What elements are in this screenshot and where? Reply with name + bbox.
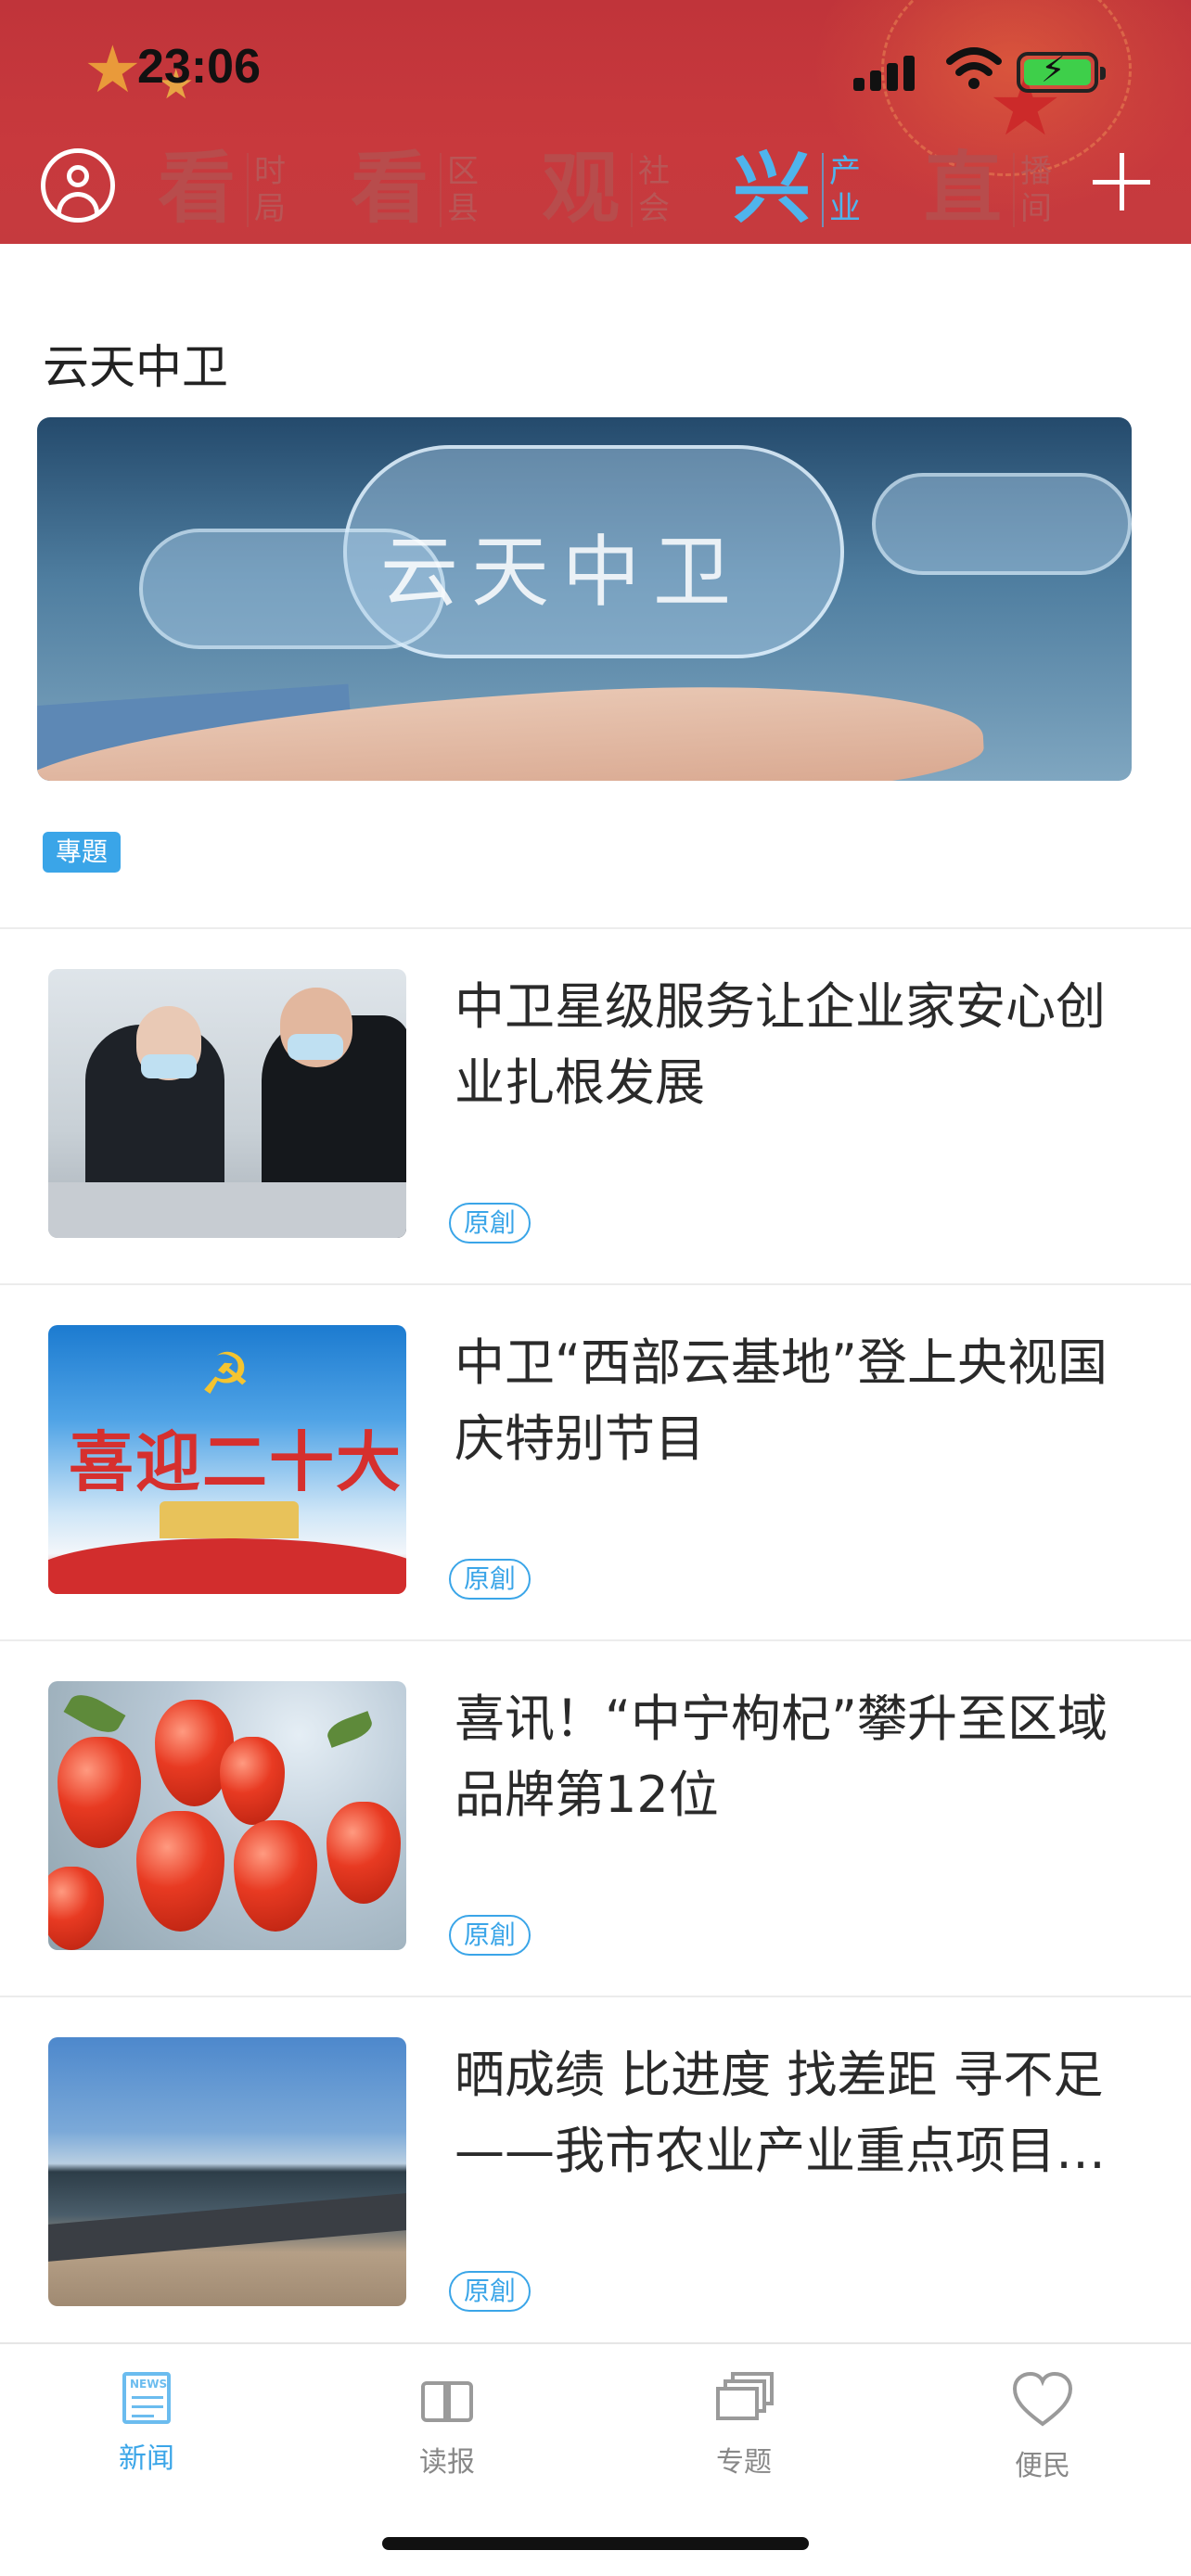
user-profile-icon[interactable] bbox=[41, 148, 115, 223]
status-time: 23:06 bbox=[137, 40, 261, 94]
divider bbox=[0, 1283, 1191, 1285]
feature-title: 云天中卫 bbox=[43, 340, 228, 394]
channel-tabs: 看 时局 看 区县 观 社会 兴 产业 直 播间 bbox=[158, 144, 1067, 236]
special-topic-badge: 專題 bbox=[43, 832, 122, 873]
tab-read-paper[interactable]: 读报 bbox=[364, 2372, 531, 2493]
news-thumbnail: ☭ 喜迎二十大 bbox=[48, 1325, 406, 1594]
tab-districts[interactable]: 看 区县 bbox=[351, 144, 499, 236]
news-item[interactable]: ☭ 喜迎二十大 中卫“西部云基地”登上央视国庆特别节目 原創 bbox=[0, 1325, 1191, 1681]
battery-icon: ⚡ bbox=[1017, 49, 1106, 93]
tab-live[interactable]: 直 播间 bbox=[924, 144, 1072, 236]
heart-icon bbox=[1012, 2371, 1073, 2427]
app-header: ★ ★ ★ 23:06 ⚡ 看 时局 看 区县 观 社会 兴 产业 直 播间 bbox=[0, 0, 1191, 244]
news-icon: NEWS bbox=[122, 2372, 171, 2424]
tab-current-affairs[interactable]: 看 时局 bbox=[158, 144, 306, 236]
original-badge: 原創 bbox=[449, 1915, 531, 1956]
tab-news[interactable]: NEWS 新闻 bbox=[63, 2372, 230, 2493]
topics-stack-icon bbox=[714, 2372, 774, 2428]
wifi-icon bbox=[946, 47, 1002, 89]
tab-industry[interactable]: 兴 产业 bbox=[733, 144, 881, 236]
news-thumbnail bbox=[48, 969, 406, 1238]
divider bbox=[0, 1996, 1191, 1997]
home-indicator[interactable] bbox=[382, 2537, 809, 2550]
original-badge: 原創 bbox=[449, 2271, 531, 2312]
news-thumbnail bbox=[48, 1681, 406, 1950]
news-title: 中卫“西部云基地”登上央视国庆特别节目 bbox=[455, 1333, 1108, 1468]
news-thumbnail bbox=[48, 2037, 406, 2306]
original-badge: 原創 bbox=[449, 1559, 531, 1600]
tab-society[interactable]: 观 社会 bbox=[542, 144, 690, 236]
news-title: 喜讯！“中宁枸杞”攀升至区域品牌第12位 bbox=[455, 1690, 1108, 1824]
newspaper-read-icon bbox=[417, 2372, 477, 2428]
news-title: 中卫星级服务让企业家安心创业扎根发展 bbox=[455, 977, 1106, 1112]
news-item[interactable]: 喜讯！“中宁枸杞”攀升至区域品牌第12位 原創 bbox=[0, 1681, 1191, 2037]
original-badge: 原創 bbox=[449, 1203, 531, 1243]
hammer-sickle-icon: ☭ bbox=[199, 1340, 251, 1408]
feature-banner-image[interactable]: 云天中卫 bbox=[37, 417, 1132, 781]
tab-topics[interactable]: 专题 bbox=[660, 2372, 827, 2493]
cellular-signal-icon bbox=[853, 54, 918, 91]
divider bbox=[0, 927, 1191, 929]
add-channel-button[interactable] bbox=[1093, 153, 1150, 210]
charging-bolt-icon: ⚡ bbox=[1041, 49, 1066, 90]
divider bbox=[0, 1639, 1191, 1641]
star-decoration-icon: ★ bbox=[83, 32, 142, 108]
status-icons: ⚡ bbox=[853, 45, 1113, 96]
news-item[interactable]: 晒成绩 比进度 找差距 寻不足——我市农业产业重点项目… 原創 bbox=[0, 2037, 1191, 2393]
news-item[interactable]: 中卫星级服务让企业家安心创业扎根发展 原創 bbox=[0, 969, 1191, 1325]
news-title: 晒成绩 比进度 找差距 寻不足——我市农业产业重点项目… bbox=[455, 2046, 1106, 2180]
tab-convenience[interactable]: 便民 bbox=[959, 2371, 1126, 2493]
banner-text: 云天中卫 bbox=[380, 527, 745, 618]
